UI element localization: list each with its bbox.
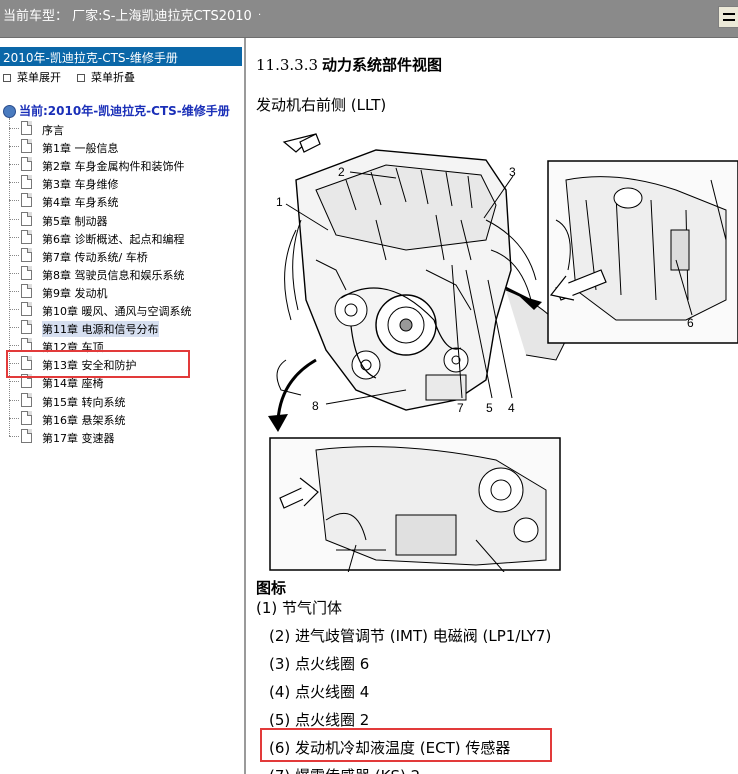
legend-highlight bbox=[260, 728, 552, 762]
tree-root-label: 当前:2010年-凯迪拉克-CTS-维修手册 bbox=[19, 104, 230, 118]
sidebar-item-label: 第10章 暖风、通风与空调系统 bbox=[42, 305, 192, 318]
sidebar-item-label: 第11章 电源和信号分布 bbox=[42, 321, 159, 338]
panel-toggle-button[interactable] bbox=[718, 6, 738, 28]
tree-connector bbox=[9, 146, 19, 148]
current-vehicle-label: 当前车型： 厂家:S-上海凯迪拉克CTS2010 bbox=[3, 9, 252, 24]
document-icon bbox=[21, 265, 32, 280]
document-icon bbox=[21, 302, 32, 316]
sidebar-item-label: 第2章 车身金属构件和装饰件 bbox=[42, 160, 185, 174]
tree-root[interactable]: 当前:2010年-凯迪拉克-CTS-维修手册 bbox=[3, 102, 230, 119]
view-subtitle: 发动机右前侧 (LLT) bbox=[256, 96, 387, 114]
menu-icon-line bbox=[723, 13, 735, 15]
document-icon bbox=[21, 139, 32, 154]
callout-4: 4 bbox=[508, 401, 515, 415]
tree-connector bbox=[9, 254, 19, 256]
sidebar-item-label: 第3章 车身维修 bbox=[42, 178, 119, 192]
section-number: 11.3.3.3 bbox=[256, 56, 319, 74]
sidebar-item-label: 第17章 变速器 bbox=[42, 431, 115, 445]
title-dot: . bbox=[258, 7, 262, 18]
expand-icon bbox=[3, 74, 11, 82]
tree-connector bbox=[9, 399, 19, 401]
legend-item: (2) 进气歧管调节 (IMT) 电磁阀 (LP1/LY7) bbox=[269, 627, 552, 645]
sidebar-item-label: 第6章 诊断概述、起点和编程 bbox=[42, 232, 185, 246]
tree-connector bbox=[9, 435, 19, 437]
tree-connector bbox=[9, 381, 19, 383]
sidebar-item-label: 序言 bbox=[42, 124, 64, 137]
legend-item: (4) 点火线圈 4 bbox=[269, 683, 370, 701]
book-icon bbox=[3, 105, 16, 118]
sidebar-item-label: 第15章 转向系统 bbox=[42, 395, 126, 409]
section-name: 动力系统部件视图 bbox=[322, 56, 443, 74]
sidebar: 2010年-凯迪拉克-CTS-维修手册 菜单展开 菜单折叠 当前:2010年-凯… bbox=[0, 38, 246, 774]
selection-highlight bbox=[6, 350, 190, 378]
legend-item: (1) 节气门体 bbox=[256, 599, 343, 617]
tree-connector bbox=[9, 417, 19, 419]
tree-connector bbox=[9, 345, 19, 347]
inset-diagram-bottom bbox=[269, 437, 561, 571]
tree-connector bbox=[9, 182, 19, 184]
document-icon bbox=[21, 283, 32, 298]
legend-item: (7) 爆震传感器 (KS) 2 bbox=[269, 765, 420, 774]
document-icon bbox=[21, 193, 32, 208]
document-content: 11.3.3.3 动力系统部件视图 发动机右前侧 (LLT) 1 2 3 4 5… bbox=[248, 38, 738, 774]
engine-main-drawing bbox=[276, 149, 567, 411]
tree-connector bbox=[9, 290, 19, 292]
tree-connector bbox=[9, 128, 19, 129]
collapse-menu-label: 菜单折叠 bbox=[91, 71, 135, 84]
tree-connector bbox=[9, 236, 19, 238]
callout-6: 6 bbox=[687, 316, 694, 330]
callout-2: 2 bbox=[338, 165, 345, 179]
sidebar-item-label: 第1章 一般信息 bbox=[42, 142, 119, 156]
document-icon bbox=[21, 392, 32, 407]
callout-3: 3 bbox=[509, 165, 516, 179]
collapse-icon bbox=[77, 74, 85, 82]
sidebar-item-label: 第8章 驾驶员信息和娱乐系统 bbox=[42, 268, 185, 282]
document-icon bbox=[21, 320, 32, 335]
document-icon bbox=[21, 229, 32, 244]
document-icon bbox=[21, 410, 32, 425]
document-icon bbox=[21, 175, 32, 190]
engine-diagram: 1 2 3 4 5 6 7 8 9 10 bbox=[268, 133, 738, 572]
tree-connector bbox=[9, 218, 19, 220]
callout-5: 5 bbox=[486, 401, 493, 415]
tree-connector bbox=[9, 164, 19, 166]
callout-8: 8 bbox=[312, 399, 319, 413]
menu-icon-line bbox=[723, 19, 735, 21]
tree-connector bbox=[9, 272, 19, 274]
sidebar-item-label: 第9章 发动机 bbox=[42, 286, 108, 300]
callout-7: 7 bbox=[457, 401, 464, 415]
tree-connector bbox=[9, 327, 19, 329]
section-title: 11.3.3.3 动力系统部件视图 bbox=[256, 54, 442, 75]
tree-connector bbox=[9, 309, 19, 310]
expand-menu-label: 菜单展开 bbox=[17, 71, 61, 84]
sidebar-item-label: 第5章 制动器 bbox=[42, 214, 108, 228]
title-bar: 当前车型： 厂家:S-上海凯迪拉克CTS2010 . bbox=[0, 0, 738, 38]
tree-connector bbox=[9, 200, 19, 202]
inset-diagram-top-right bbox=[547, 160, 738, 344]
document-icon bbox=[21, 247, 32, 262]
document-icon bbox=[21, 428, 32, 443]
sidebar-title: 2010年-凯迪拉克-CTS-维修手册 bbox=[0, 47, 242, 66]
document-icon bbox=[21, 121, 32, 135]
callout-1: 1 bbox=[276, 195, 283, 209]
legend-item: (3) 点火线圈 6 bbox=[269, 655, 370, 673]
tree-connector bbox=[9, 118, 10, 436]
sidebar-item-label: 第4章 车身系统 bbox=[42, 196, 119, 210]
document-icon bbox=[21, 157, 32, 172]
collapse-menu-button[interactable]: 菜单折叠 bbox=[77, 69, 135, 85]
sidebar-item-label: 第7章 传动系统/ 车桥 bbox=[42, 250, 148, 264]
expand-menu-button[interactable]: 菜单展开 bbox=[3, 69, 61, 85]
document-icon bbox=[21, 211, 32, 226]
legend-title: 图标 bbox=[256, 579, 287, 597]
sidebar-item-label: 第16章 悬架系统 bbox=[42, 413, 126, 427]
legend-item: (5) 点火线圈 2 bbox=[269, 711, 370, 729]
